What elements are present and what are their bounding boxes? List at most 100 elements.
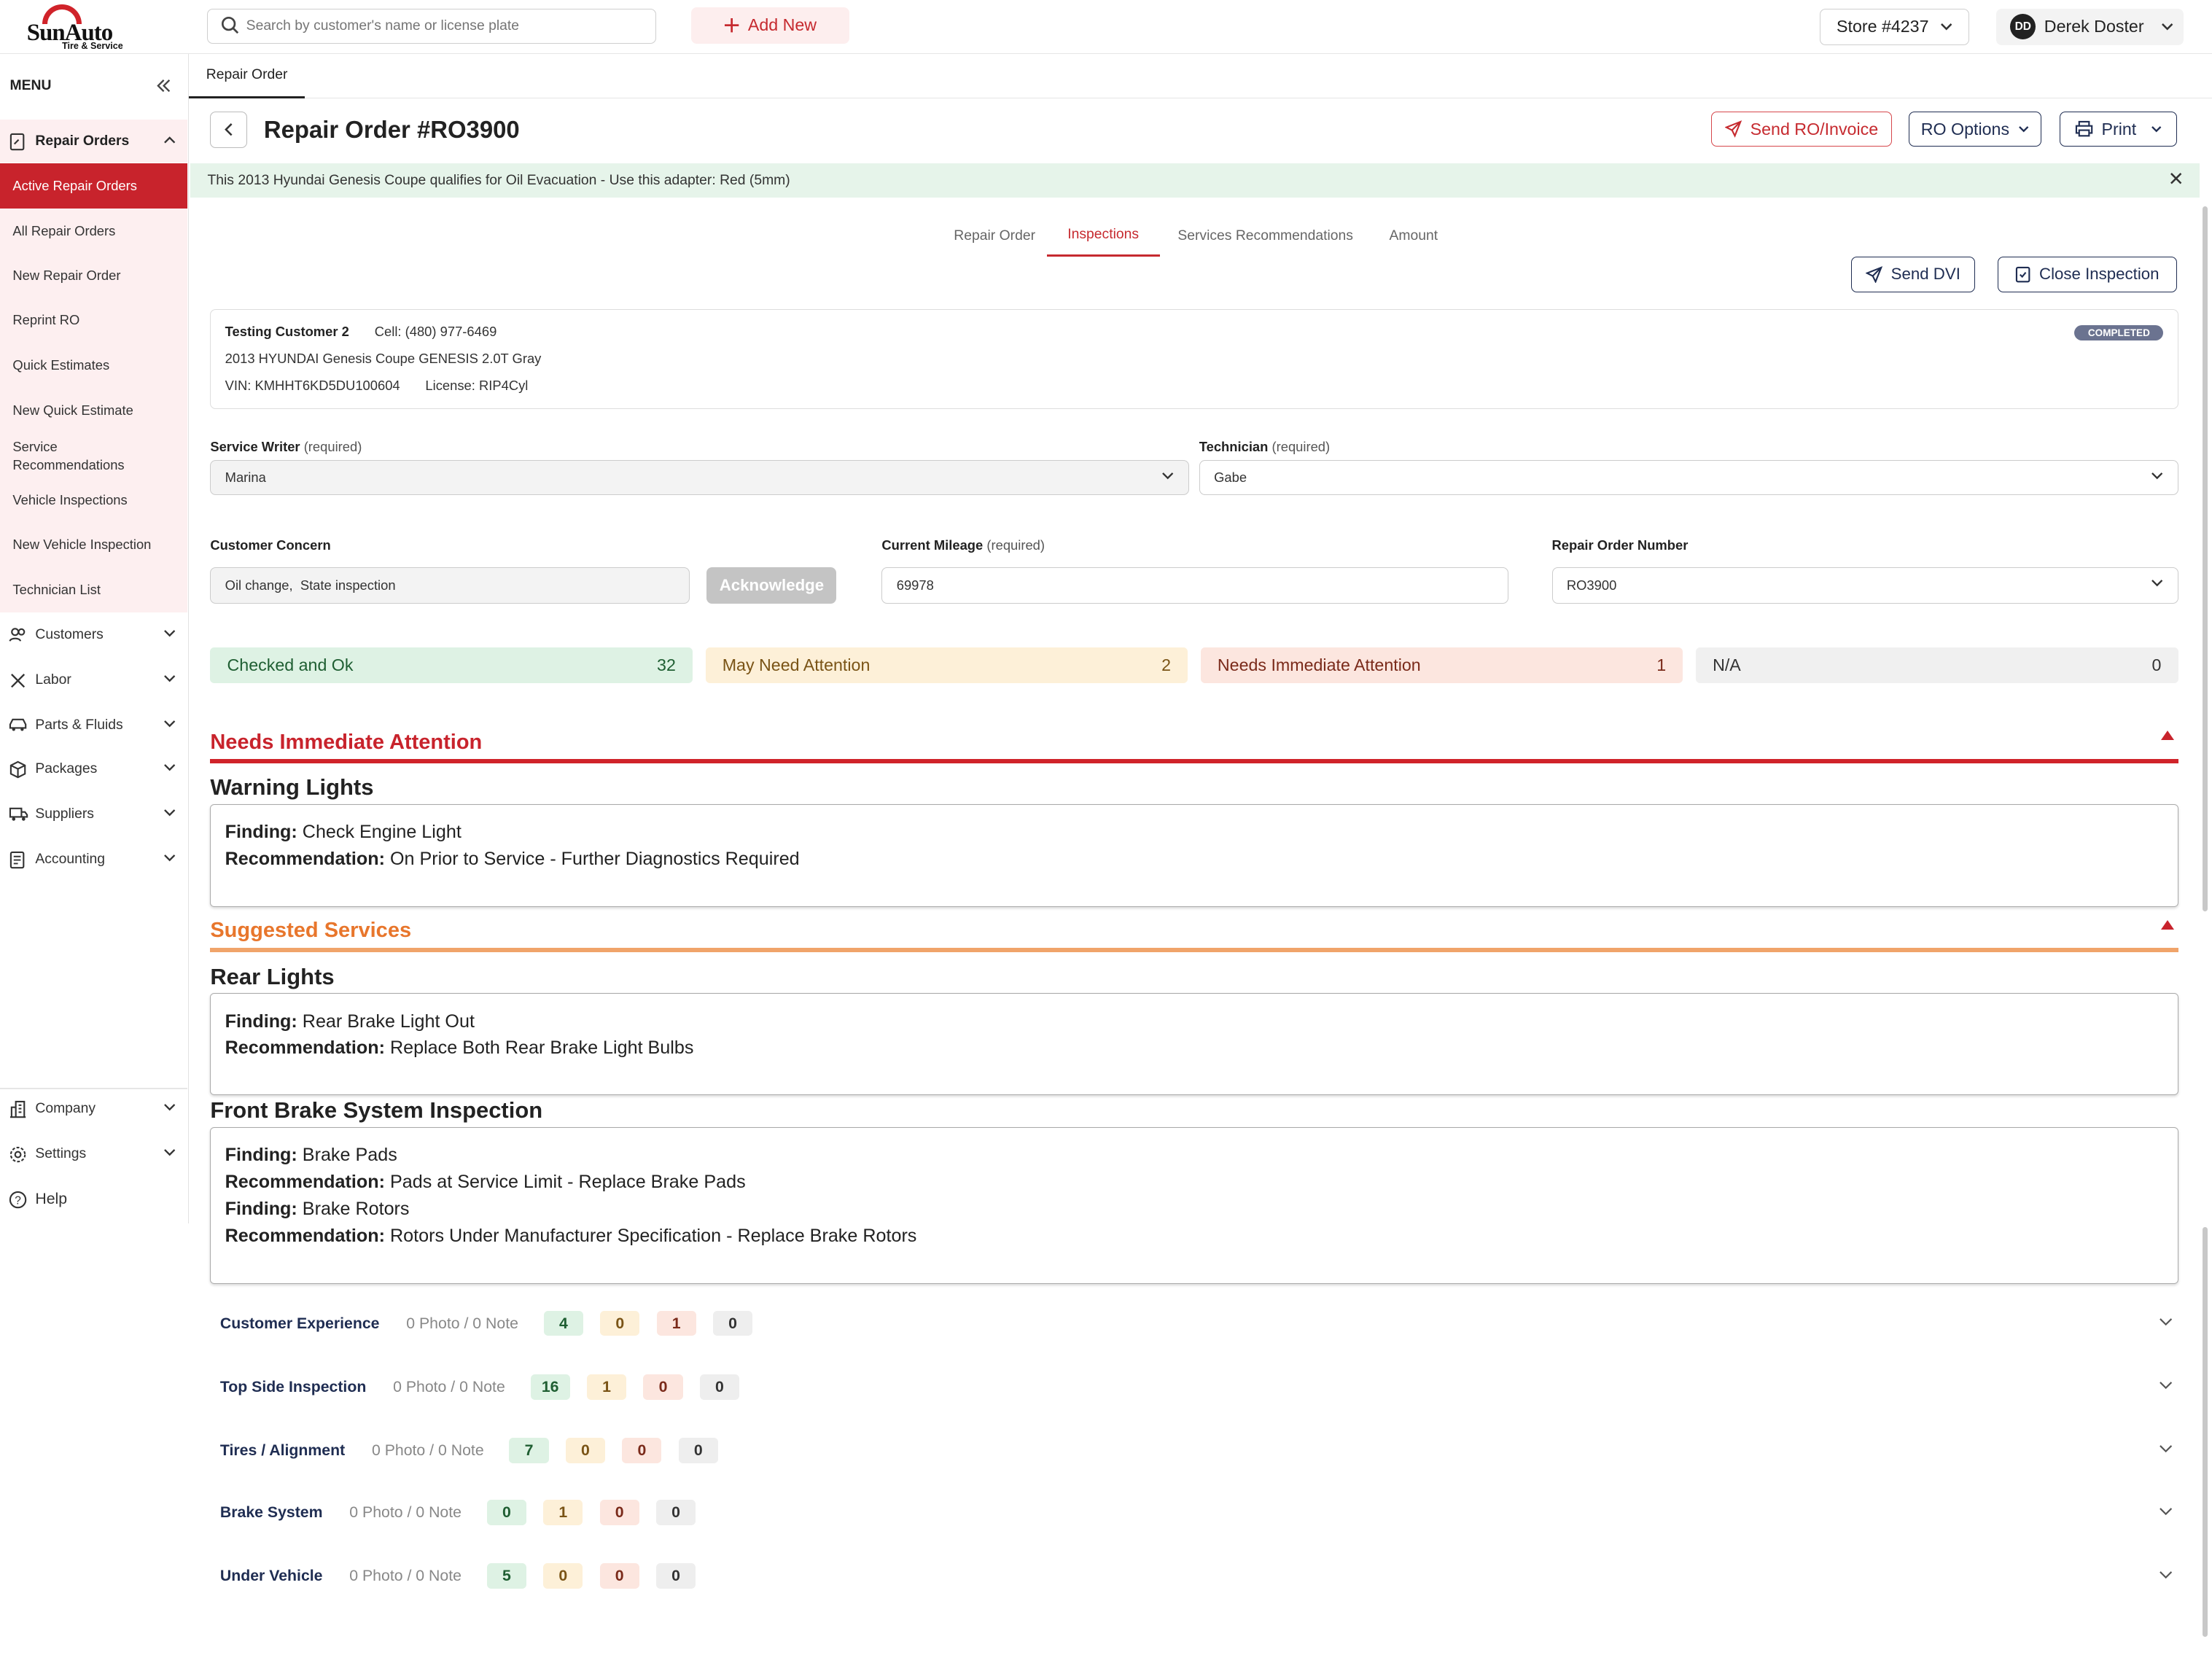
category-under-vehicle[interactable]: Under Vehicle 0 Photo / 0 Note 5 0 0 0	[220, 1560, 2181, 1592]
send-icon	[1865, 265, 1883, 283]
chevron-down-icon	[2018, 125, 2029, 133]
scrollbar[interactable]	[2200, 198, 2212, 1672]
recommendation-line: Recommendation: Rotors Under Manufacture…	[225, 1225, 917, 1246]
stat-checked-ok[interactable]: Checked and Ok 32	[210, 647, 693, 683]
scrollbar-thumb-lower[interactable]	[2202, 1227, 2208, 1637]
sidebar-suppliers[interactable]: Suppliers	[0, 793, 187, 835]
collapse-triangle-icon[interactable]	[2161, 731, 2175, 741]
ro-number-select[interactable]: RO3900	[1551, 567, 2178, 604]
collapse-triangle-icon[interactable]	[2161, 920, 2175, 930]
recommendation-line: Recommendation: Pads at Service Limit - …	[225, 1172, 746, 1193]
sidebar-item-new-quick-estimate[interactable]: New Quick Estimate	[0, 388, 188, 434]
sidebar-parts-fluids[interactable]: Parts & Fluids	[0, 704, 187, 747]
category-brake-system[interactable]: Brake System 0 Photo / 0 Note 0 1 0 0	[220, 1497, 2181, 1528]
printer-icon	[2075, 120, 2093, 137]
sidebar-item-service-recommendations[interactable]: Service Recommendations	[0, 433, 188, 478]
search-input[interactable]	[246, 15, 642, 38]
warning-lights-heading: Warning Lights	[210, 774, 374, 801]
ro-number-label: Repair Order Number	[1551, 537, 1689, 553]
chevron-down-icon	[163, 1148, 176, 1157]
immediate-section-title: Needs Immediate Attention	[210, 731, 483, 755]
chevron-down-icon	[2151, 472, 2163, 480]
finding-line: Finding: Rear Brake Light Out	[225, 1011, 475, 1032]
technician-label: Technician (required)	[1199, 438, 1331, 454]
chevron-down-icon	[2159, 1570, 2173, 1579]
send-ro-invoice-button[interactable]: Send RO/Invoice	[1711, 111, 1892, 147]
sidebar-repair-orders[interactable]: Repair Orders	[0, 120, 188, 163]
chevron-down-icon	[163, 674, 176, 683]
chevron-down-icon	[2161, 23, 2173, 31]
checklist-icon	[2015, 266, 2030, 283]
tab-amount[interactable]: Amount	[1377, 214, 1451, 257]
sidebar-settings[interactable]: Settings	[0, 1133, 187, 1175]
technician-select[interactable]: Gabe	[1199, 459, 2178, 496]
sidebar-customers[interactable]: Customers	[0, 614, 187, 656]
tab-services-recommendations[interactable]: Services Recommendations	[1171, 214, 1360, 257]
ro-options-button[interactable]: RO Options	[1909, 111, 2041, 147]
ok-count: 7	[509, 1437, 549, 1463]
may-count: 0	[600, 1310, 640, 1336]
scrollbar-thumb[interactable]	[2202, 206, 2208, 911]
chevron-down-icon	[163, 854, 176, 863]
store-select[interactable]: Store #4237	[1820, 8, 1970, 45]
user-menu[interactable]: DD Derek Doster	[1996, 8, 2184, 45]
immediate-divider	[210, 759, 2178, 763]
close-icon[interactable]	[2170, 172, 2182, 184]
sunauto-logo[interactable]: SunAuto Tire & Service	[27, 4, 125, 51]
back-button[interactable]	[210, 111, 247, 149]
page-title: Repair Order #RO3900	[263, 115, 520, 143]
sidebar-help[interactable]: ? Help	[0, 1178, 187, 1221]
finding-line: Finding: Brake Rotors	[225, 1198, 410, 1219]
sidebar-item-technician-list[interactable]: Technician List	[0, 567, 188, 612]
vehicle-license: License: RIP4Cyl	[425, 377, 529, 393]
na-count: 0	[678, 1437, 718, 1463]
sidebar-item-active-repair-orders[interactable]: Active Repair Orders	[0, 163, 188, 209]
stat-na[interactable]: N/A 0	[1695, 647, 2178, 683]
plus-icon	[724, 17, 739, 33]
recommendation-line: Recommendation: On Prior to Service - Fu…	[225, 849, 800, 870]
print-button[interactable]: Print	[2060, 111, 2177, 147]
stat-may-need-attention[interactable]: May Need Attention 2	[705, 647, 1188, 683]
sidebar-item-quick-estimates[interactable]: Quick Estimates	[0, 343, 188, 389]
chevron-down-icon	[2159, 1444, 2173, 1453]
sidebar-item-all-repair-orders[interactable]: All Repair Orders	[0, 209, 188, 254]
sidebar-company[interactable]: Company	[0, 1088, 187, 1130]
category-tires-alignment[interactable]: Tires / Alignment 0 Photo / 0 Note 7 0 0…	[220, 1435, 2181, 1466]
chevron-up-icon	[163, 136, 176, 144]
search-icon	[221, 16, 239, 34]
may-count: 0	[565, 1437, 606, 1463]
sidebar-packages[interactable]: Packages	[0, 748, 187, 790]
truck-icon	[9, 806, 28, 822]
add-new-button[interactable]: Add New	[691, 7, 849, 44]
chevron-down-icon	[2151, 125, 2162, 133]
sidebar-item-new-vehicle-inspection[interactable]: New Vehicle Inspection	[0, 521, 188, 567]
sidebar-accounting[interactable]: Accounting	[0, 838, 187, 880]
chevron-down-icon	[1940, 23, 1952, 31]
search-box[interactable]	[207, 8, 656, 44]
stat-needs-immediate-attention[interactable]: Needs Immediate Attention 1	[1200, 647, 1683, 683]
tab-repair-order[interactable]: Repair Order	[189, 54, 305, 99]
service-writer-select[interactable]: Marina	[210, 459, 1190, 496]
status-badge: COMPLETED	[2074, 325, 2164, 341]
close-inspection-button[interactable]: Close Inspection	[1997, 257, 2177, 292]
rear-lights-heading: Rear Lights	[210, 963, 335, 989]
customer-cell: Cell: (480) 977-6469	[374, 324, 497, 340]
current-mileage-input[interactable]: 69978	[881, 567, 1508, 604]
ok-count: 5	[486, 1562, 526, 1589]
send-dvi-button[interactable]: Send DVI	[1850, 257, 1975, 292]
na-count: 0	[712, 1310, 753, 1336]
collapse-sidebar-icon[interactable]	[155, 77, 172, 94]
category-top-side-inspection[interactable]: Top Side Inspection 0 Photo / 0 Note 16 …	[220, 1371, 2181, 1403]
customer-concern-field[interactable]: Oil change, State inspection	[210, 567, 690, 604]
chevron-down-icon	[163, 629, 176, 638]
tab-repair-order-detail[interactable]: Repair Order	[937, 214, 1053, 257]
sidebar-item-reprint-ro[interactable]: Reprint RO	[0, 297, 188, 343]
acknowledge-button[interactable]: Acknowledge	[706, 567, 837, 604]
sidebar-item-vehicle-inspections[interactable]: Vehicle Inspections	[0, 478, 188, 522]
service-writer-label: Service Writer (required)	[210, 438, 362, 454]
sidebar-item-new-repair-order[interactable]: New Repair Order	[0, 254, 188, 298]
tab-inspections[interactable]: Inspections	[1046, 214, 1160, 257]
sidebar-labor[interactable]: Labor	[0, 659, 187, 701]
category-customer-experience[interactable]: Customer Experience 0 Photo / 0 Note 4 0…	[220, 1308, 2181, 1339]
chevron-down-icon	[163, 720, 176, 728]
